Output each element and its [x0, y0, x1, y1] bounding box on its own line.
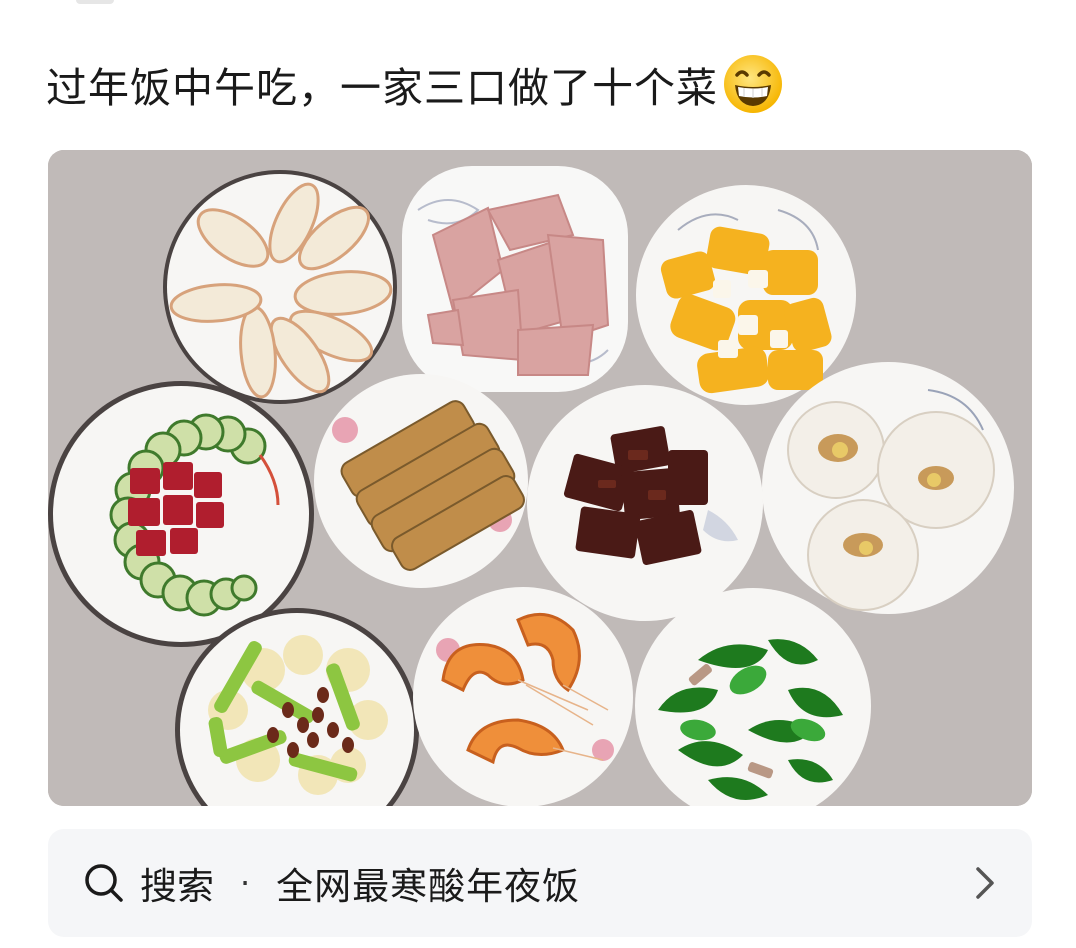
apple-plate: [163, 170, 397, 404]
chevron-right-icon: [976, 867, 994, 899]
post-title-text: 过年饭中午吃，一家三口做了十个菜: [46, 64, 718, 112]
post-title: 过年饭中午吃，一家三口做了十个菜: [46, 52, 1036, 116]
search-icon: [85, 864, 123, 902]
shrimp-plate: [413, 587, 633, 806]
braised-pork-plate: [527, 385, 763, 621]
search-separator: ·: [240, 864, 251, 902]
cucumber-jelly-plate: [48, 381, 314, 647]
previous-item-edge: [76, 0, 114, 4]
search-query-text: 全网最寒酸年夜饭: [276, 865, 581, 908]
dishes-photo[interactable]: [48, 150, 1032, 806]
mango-plate: [636, 185, 856, 405]
search-label: 搜索: [140, 865, 214, 908]
scallop-plate: [762, 362, 1014, 614]
fried-fish-plate: [314, 374, 528, 588]
related-search-bar[interactable]: 搜索 · 全网最寒酸年夜饭: [48, 829, 1032, 937]
ham-plate: [402, 166, 628, 392]
grinning-face-emoji: [724, 55, 782, 113]
